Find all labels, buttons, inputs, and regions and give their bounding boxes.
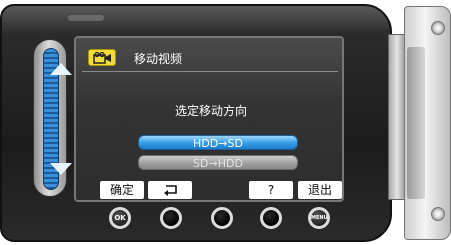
hardware-button-2[interactable] <box>160 207 182 229</box>
header-divider <box>82 71 338 72</box>
softkey-bar: 确定 ? 退出 <box>76 181 346 199</box>
return-arrow-icon <box>164 185 177 196</box>
bottom-screw-icon <box>431 207 445 221</box>
video-camera-icon <box>88 49 116 66</box>
help-softkey[interactable]: ? <box>249 181 293 199</box>
body-notch <box>68 15 104 21</box>
slider-up-arrow-icon <box>50 63 72 75</box>
back-softkey[interactable] <box>148 181 192 199</box>
hardware-button-4[interactable] <box>260 207 282 229</box>
direction-prompt: 选定移动方向 <box>174 104 247 118</box>
hardware-button-3[interactable] <box>211 207 233 229</box>
lcd-screen: 移动视频 选定移动方向 HDD→SD SD→HDD 确定 ? 退出 <box>74 36 344 202</box>
touch-slider[interactable] <box>33 39 72 197</box>
side-panel-inner <box>407 47 425 199</box>
option-sd-to-hdd[interactable]: SD→HDD <box>138 155 298 170</box>
exit-softkey[interactable]: 退出 <box>298 181 342 199</box>
ok-hardware-button[interactable]: OK <box>109 207 131 229</box>
top-screw-icon <box>431 21 445 35</box>
menu-hardware-button[interactable]: MENU <box>308 207 330 229</box>
screen-title: 移动视频 <box>134 52 183 66</box>
slider-track[interactable] <box>43 48 72 190</box>
camera-body: 移动视频 选定移动方向 HDD→SD SD→HDD 确定 ? 退出 OK MEN… <box>0 4 392 242</box>
slider-down-arrow-icon <box>50 163 72 175</box>
side-panel <box>404 6 451 240</box>
option-hdd-to-sd[interactable]: HDD→SD <box>138 135 298 150</box>
ok-softkey[interactable]: 确定 <box>100 181 144 199</box>
screen-header: 移动视频 <box>80 46 344 68</box>
